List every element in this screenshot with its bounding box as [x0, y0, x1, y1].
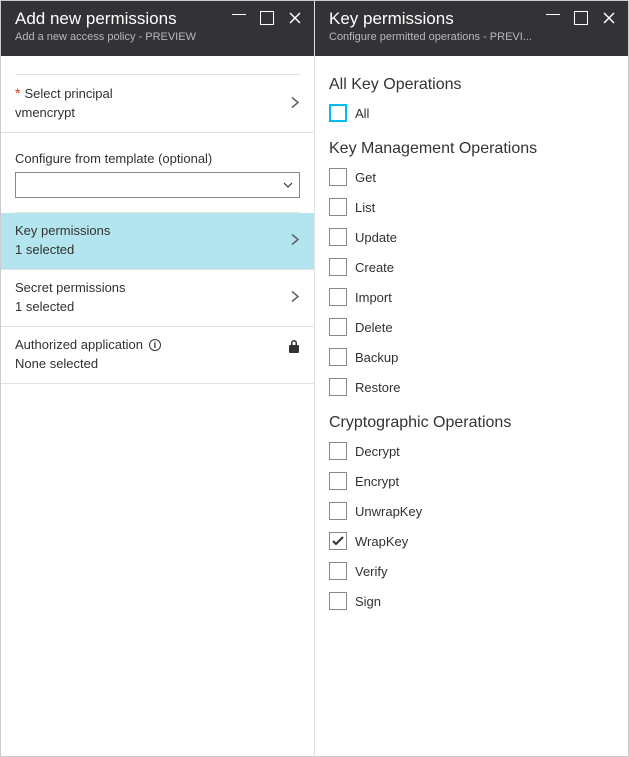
principal-value: vmencrypt	[15, 105, 300, 120]
checkbox-label: Delete	[355, 320, 393, 335]
section-all-key-ops: All Key Operations	[329, 76, 614, 94]
titlebar-right: Key permissions Configure permitted oper…	[315, 1, 628, 56]
checkbox-all[interactable]: All	[329, 104, 614, 122]
checkbox-label: Backup	[355, 350, 398, 365]
chevron-right-icon	[290, 290, 300, 307]
auth-app-label: Authorized application	[15, 337, 143, 352]
lock-icon	[288, 339, 300, 356]
checkbox-label: List	[355, 200, 375, 215]
key-permissions-label: Key permissions	[15, 223, 300, 238]
auth-app-value: None selected	[15, 356, 300, 371]
checkbox-label: WrapKey	[355, 534, 408, 549]
checkbox-label: Import	[355, 290, 392, 305]
checkbox-restore[interactable]: Restore	[329, 378, 614, 396]
checkbox-label: Create	[355, 260, 394, 275]
checkbox-unwrapkey[interactable]: UnwrapKey	[329, 502, 614, 520]
checkbox-create[interactable]: Create	[329, 258, 614, 276]
checkbox-label: UnwrapKey	[355, 504, 422, 519]
key-permissions-pane: Key permissions Configure permitted oper…	[315, 1, 628, 756]
maximize-button[interactable]	[574, 11, 588, 25]
pane-subtitle: Add a new access policy - PREVIEW	[15, 31, 196, 43]
secret-permissions-label: Secret permissions	[15, 280, 300, 295]
principal-label: Select principal	[24, 86, 112, 101]
checkbox-sign[interactable]: Sign	[329, 592, 614, 610]
checkbox-get[interactable]: Get	[329, 168, 614, 186]
info-icon[interactable]: i	[149, 339, 161, 351]
checkbox-delete[interactable]: Delete	[329, 318, 614, 336]
secret-permissions-row[interactable]: Secret permissions 1 selected	[1, 270, 314, 327]
checkbox-label: Encrypt	[355, 474, 399, 489]
checkbox-label: Sign	[355, 594, 381, 609]
pane-title: Key permissions	[329, 9, 532, 29]
checkbox-import[interactable]: Import	[329, 288, 614, 306]
checkbox-verify[interactable]: Verify	[329, 562, 614, 580]
section-crypto-ops: Cryptographic Operations	[329, 414, 614, 432]
close-button[interactable]	[288, 11, 302, 25]
authorized-app-row: Authorized application i None selected	[1, 327, 314, 384]
checkbox-label: Verify	[355, 564, 388, 579]
checkbox-label: Update	[355, 230, 397, 245]
minimize-button[interactable]	[232, 11, 246, 25]
chevron-right-icon	[290, 95, 300, 112]
template-label: Configure from template (optional)	[1, 133, 314, 172]
checkbox-label: Decrypt	[355, 444, 400, 459]
key-permissions-row[interactable]: Key permissions 1 selected	[1, 213, 314, 270]
pane-title: Add new permissions	[15, 9, 196, 29]
template-select[interactable]	[15, 172, 300, 198]
checkbox-label: Restore	[355, 380, 401, 395]
checkbox-wrapkey[interactable]: WrapKey	[329, 532, 614, 550]
titlebar-left: Add new permissions Add a new access pol…	[1, 1, 314, 56]
checkbox-update[interactable]: Update	[329, 228, 614, 246]
chevron-right-icon	[290, 233, 300, 250]
select-principal-row[interactable]: * Select principal vmencrypt	[1, 75, 314, 133]
checkbox-label: All	[355, 106, 369, 121]
chevron-down-icon	[283, 182, 293, 188]
secret-permissions-value: 1 selected	[15, 299, 300, 314]
required-indicator: *	[15, 85, 20, 101]
checkbox-encrypt[interactable]: Encrypt	[329, 472, 614, 490]
checkbox-label: Get	[355, 170, 376, 185]
add-permissions-pane: Add new permissions Add a new access pol…	[1, 1, 315, 756]
section-key-mgmt: Key Management Operations	[329, 140, 614, 158]
minimize-button[interactable]	[546, 11, 560, 25]
key-permissions-value: 1 selected	[15, 242, 300, 257]
maximize-button[interactable]	[260, 11, 274, 25]
pane-subtitle: Configure permitted operations - PREVI..…	[329, 31, 532, 43]
checkbox-backup[interactable]: Backup	[329, 348, 614, 366]
close-button[interactable]	[602, 11, 616, 25]
checkbox-list[interactable]: List	[329, 198, 614, 216]
checkbox-decrypt[interactable]: Decrypt	[329, 442, 614, 460]
